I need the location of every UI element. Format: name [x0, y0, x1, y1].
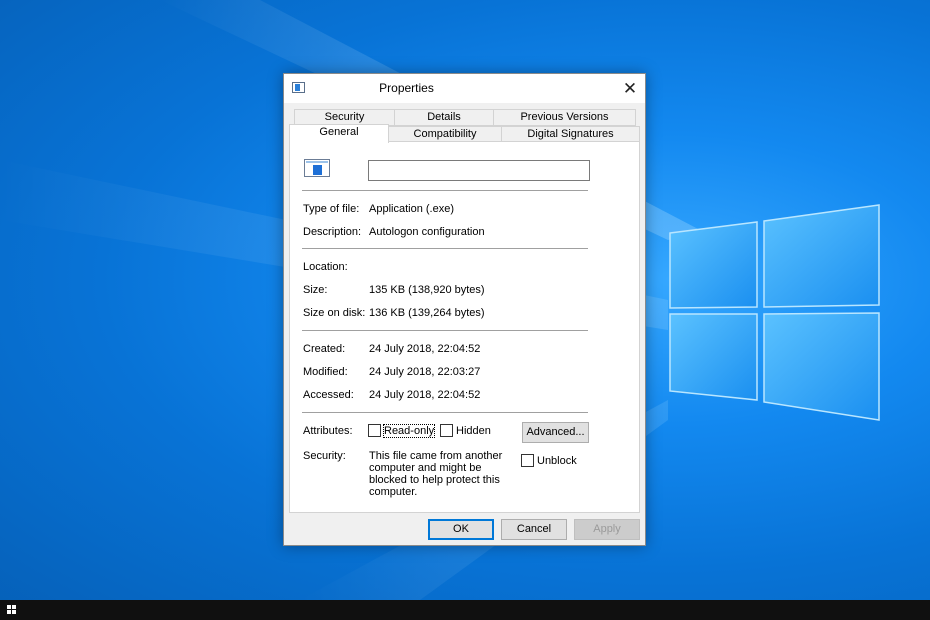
cancel-button[interactable]: Cancel: [501, 519, 567, 540]
checkbox-box[interactable]: [521, 454, 534, 467]
hidden-checkbox[interactable]: Hidden: [440, 424, 491, 437]
separator: [302, 412, 588, 413]
separator: [302, 330, 588, 331]
title-bar[interactable]: Properties ✕: [284, 74, 645, 103]
size-value: 135 KB (138,920 bytes): [369, 284, 485, 296]
advanced-button[interactable]: Advanced...: [522, 422, 589, 443]
size-on-disk-label: Size on disk:: [303, 307, 366, 319]
unblock-checkbox[interactable]: Unblock: [521, 454, 577, 467]
attributes-label: Attributes:: [303, 425, 353, 437]
hidden-label: Hidden: [456, 424, 491, 437]
type-of-file-value: Application (.exe): [369, 203, 454, 215]
separator: [302, 248, 588, 249]
unblock-label: Unblock: [537, 454, 577, 467]
created-value: 24 July 2018, 22:04:52: [369, 343, 481, 355]
created-label: Created:: [303, 343, 346, 355]
security-label: Security:: [303, 450, 346, 462]
checkbox-box[interactable]: [440, 424, 453, 437]
accessed-value: 24 July 2018, 22:04:52: [369, 389, 481, 401]
tab-details[interactable]: Details: [394, 109, 494, 126]
checkbox-box[interactable]: [368, 424, 381, 437]
accessed-label: Accessed:: [303, 389, 354, 401]
size-label: Size:: [303, 284, 328, 296]
close-button[interactable]: ✕: [615, 74, 645, 103]
modified-label: Modified:: [303, 366, 348, 378]
type-of-file-label: Type of file:: [303, 203, 360, 215]
description-label: Description:: [303, 226, 362, 238]
read-only-checkbox[interactable]: Read-only: [368, 423, 436, 438]
ok-button[interactable]: OK: [428, 519, 494, 540]
security-message: This file came from another computer and…: [369, 450, 503, 498]
apply-button[interactable]: Apply: [574, 519, 640, 540]
windows-logo-icon: [669, 204, 880, 421]
file-name-input[interactable]: [368, 160, 590, 181]
tab-general[interactable]: General: [289, 124, 389, 143]
close-icon: ✕: [622, 78, 638, 98]
separator: [302, 190, 588, 191]
modified-value: 24 July 2018, 22:03:27: [369, 366, 481, 378]
tab-previous-versions[interactable]: Previous Versions: [493, 109, 636, 126]
taskbar: [0, 600, 930, 620]
size-on-disk-value: 136 KB (139,264 bytes): [369, 307, 485, 319]
properties-dialog: Properties ✕ Security Details Previous V…: [283, 73, 646, 546]
window-title: Properties: [379, 81, 434, 95]
location-label: Location:: [303, 261, 348, 273]
windows-start-icon[interactable]: [7, 605, 17, 615]
file-type-icon: [304, 159, 330, 177]
read-only-label: Read-only: [382, 423, 436, 438]
description-value: Autologon configuration: [369, 226, 485, 238]
